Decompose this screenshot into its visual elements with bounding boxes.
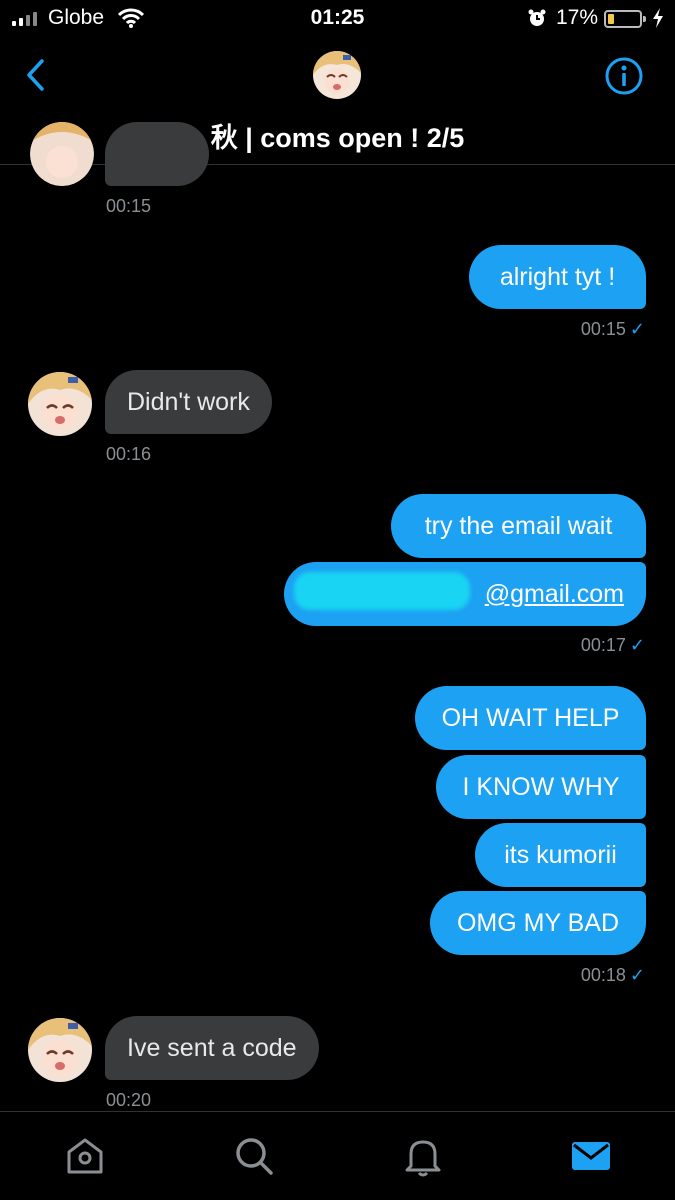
- read-check-icon: ✓: [629, 635, 645, 655]
- email-link[interactable]: @gmail.com: [485, 580, 624, 608]
- sender-avatar[interactable]: [28, 1018, 92, 1082]
- message-timestamp: 00:15: [106, 196, 152, 216]
- header-cover: [0, 60, 675, 164]
- battery-percent: 17%: [556, 6, 599, 29]
- tab-bar-divider: [0, 1111, 675, 1112]
- read-check-icon: ✓: [629, 965, 645, 985]
- timestamp-text: 00:18: [580, 965, 626, 985]
- outgoing-message: try the email wait: [391, 494, 646, 558]
- outgoing-message: OH WAIT HELP: [415, 686, 646, 750]
- outgoing-message: its kumorii: [475, 823, 646, 887]
- header-divider: [0, 164, 675, 165]
- timestamp-text: 00:15: [580, 319, 626, 339]
- outgoing-message: alright tyt !: [469, 245, 646, 309]
- message-timestamp: 00:16: [106, 444, 152, 464]
- message-timestamp: 00:15 ✓: [581, 319, 645, 340]
- message-timestamp: 00:18 ✓: [581, 965, 645, 986]
- notifications-bell-icon[interactable]: [401, 1134, 445, 1178]
- search-icon[interactable]: [232, 1134, 276, 1178]
- message-timestamp: 00:20: [106, 1090, 152, 1110]
- timestamp-text: 00:17: [580, 635, 626, 655]
- home-icon[interactable]: [63, 1134, 107, 1178]
- status-bar: Globe 01:25 17%: [0, 0, 675, 40]
- messages-envelope-icon[interactable]: [569, 1134, 613, 1178]
- redaction-scribble: [294, 572, 470, 610]
- outgoing-message: I KNOW WHY: [436, 755, 646, 819]
- message-timestamp: 00:17 ✓: [581, 635, 645, 656]
- sender-avatar[interactable]: [28, 372, 92, 436]
- incoming-message: Didn't work: [105, 370, 272, 434]
- outgoing-message: OMG MY BAD: [430, 891, 646, 955]
- alarm-icon: [528, 9, 546, 26]
- battery-icon: [604, 10, 646, 28]
- incoming-message: Ive sent a code: [105, 1016, 319, 1080]
- read-check-icon: ✓: [629, 319, 645, 339]
- charging-bolt-icon: [653, 8, 663, 28]
